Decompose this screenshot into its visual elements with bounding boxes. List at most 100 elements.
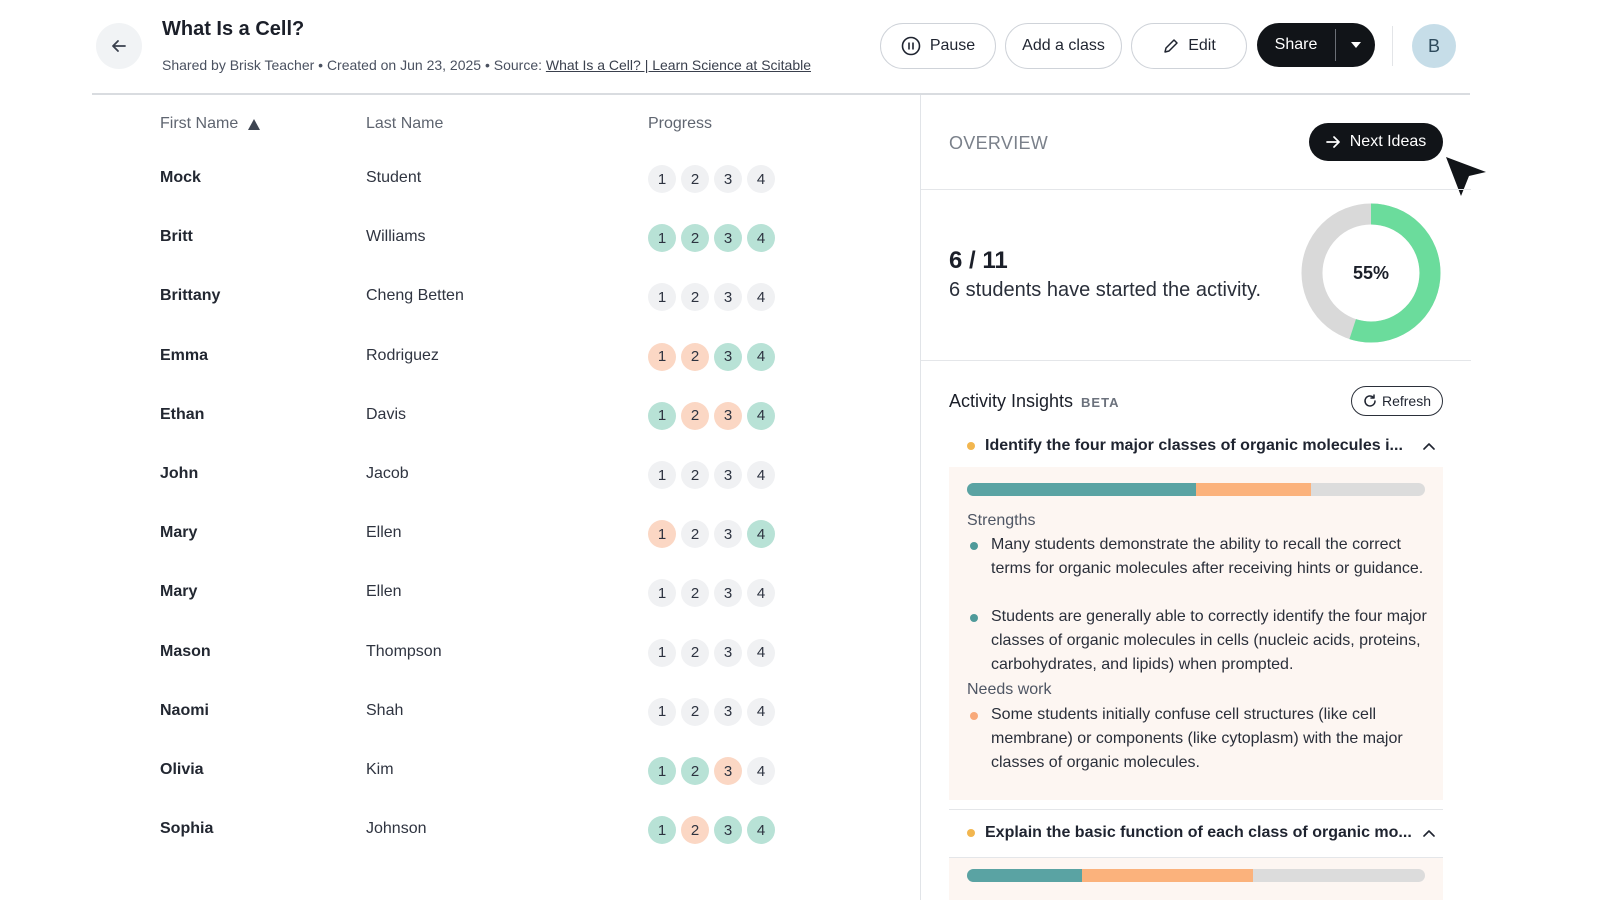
first-name-cell: Mason bbox=[160, 642, 211, 660]
progress-badge[interactable]: 2 bbox=[681, 757, 709, 785]
progress-badge[interactable]: 3 bbox=[714, 283, 742, 312]
first-name-cell: Mary bbox=[160, 524, 198, 542]
chevron-up-icon[interactable] bbox=[1419, 442, 1439, 450]
progress-badge[interactable]: 1 bbox=[648, 224, 676, 253]
progress-badge[interactable]: 3 bbox=[714, 816, 742, 845]
progress-badge[interactable]: 1 bbox=[648, 165, 676, 193]
last-name-cell: Rodriguez bbox=[366, 346, 439, 364]
progress-badge[interactable]: 4 bbox=[747, 638, 775, 667]
first-name-cell: Mary bbox=[160, 583, 198, 601]
progress-badge[interactable]: 4 bbox=[747, 757, 775, 785]
progress-badge[interactable]: 1 bbox=[648, 816, 676, 845]
refresh-button[interactable]: Refresh bbox=[1351, 386, 1443, 416]
progress-badge[interactable]: 3 bbox=[714, 638, 742, 667]
last-name-cell: Ellen bbox=[366, 583, 402, 601]
progress-badge[interactable]: 4 bbox=[747, 283, 775, 312]
progress-badge[interactable]: 2 bbox=[681, 283, 709, 312]
table-row[interactable]: Emma Rodriguez 1 2 3 4 bbox=[92, 327, 920, 387]
chevron-up-icon[interactable] bbox=[1419, 829, 1439, 837]
next-ideas-label: Next Ideas bbox=[1349, 133, 1427, 150]
refresh-icon bbox=[1364, 394, 1376, 407]
insight-details: Strengths Many students demonstrate the … bbox=[949, 467, 1443, 800]
progress-badge[interactable]: 2 bbox=[681, 461, 709, 489]
progress-badge[interactable]: 4 bbox=[747, 461, 775, 489]
strength-text: Many students demonstrate the ability to… bbox=[991, 536, 1424, 577]
table-row[interactable]: Mary Ellen 1 2 3 4 bbox=[92, 563, 920, 623]
progress-badge[interactable]: 3 bbox=[714, 520, 742, 549]
progress-badge[interactable]: 2 bbox=[681, 401, 709, 430]
sort-ascending-icon bbox=[248, 118, 261, 130]
column-header-first-name[interactable]: First Name bbox=[160, 115, 261, 133]
insight-header[interactable]: Explain the basic function of each class… bbox=[949, 813, 1443, 853]
started-count: 6 / 11 bbox=[949, 247, 1008, 274]
avatar[interactable]: B bbox=[1412, 24, 1456, 68]
progress-badge[interactable]: 2 bbox=[681, 579, 709, 608]
pencil-icon bbox=[1164, 38, 1178, 53]
source-link[interactable]: What Is a Cell? | Learn Science at Scita… bbox=[546, 57, 811, 73]
progress-badge[interactable]: 1 bbox=[648, 757, 676, 785]
progress-badge[interactable]: 3 bbox=[714, 224, 742, 253]
first-name-cell: Olivia bbox=[160, 761, 204, 778]
progress-badge[interactable]: 3 bbox=[714, 579, 742, 608]
bar-segment-needs-work bbox=[1081, 869, 1254, 882]
last-name-cell: Williams bbox=[366, 228, 426, 246]
table-row[interactable]: Naomi Shah 1 2 3 4 bbox=[92, 682, 920, 742]
progress-badges: 1234 bbox=[648, 697, 775, 726]
progress-badge[interactable]: 2 bbox=[681, 342, 709, 371]
progress-badge[interactable]: 3 bbox=[714, 401, 742, 430]
table-row[interactable]: Sophia Johnson 1 2 3 4 bbox=[92, 800, 920, 860]
first-name-cell: Mock bbox=[160, 169, 201, 186]
progress-badge[interactable]: 3 bbox=[714, 342, 742, 371]
progress-badge[interactable]: 3 bbox=[714, 461, 742, 489]
progress-badge[interactable]: 4 bbox=[747, 579, 775, 608]
table-row[interactable]: Mason Thompson 1 2 3 4 bbox=[92, 623, 920, 683]
progress-badge[interactable]: 2 bbox=[681, 638, 709, 667]
next-ideas-button[interactable]: Next Ideas bbox=[1309, 123, 1443, 161]
insight-divider bbox=[949, 809, 1443, 810]
table-row[interactable]: Ethan Davis 1 2 3 4 bbox=[92, 386, 920, 446]
progress-badge[interactable]: 4 bbox=[747, 165, 775, 193]
progress-badge[interactable]: 4 bbox=[747, 342, 775, 371]
back-button[interactable] bbox=[96, 23, 142, 69]
progress-badge[interactable]: 1 bbox=[648, 520, 676, 549]
progress-badge[interactable]: 1 bbox=[648, 461, 676, 489]
bullet-dot bbox=[970, 542, 978, 550]
progress-badge[interactable]: 2 bbox=[681, 697, 709, 726]
progress-badge[interactable]: 2 bbox=[681, 165, 709, 193]
bar-segment-needs-work bbox=[1196, 483, 1311, 496]
progress-badge[interactable]: 2 bbox=[681, 520, 709, 549]
edit-button[interactable]: Edit bbox=[1131, 23, 1247, 69]
table-row[interactable]: Mary Ellen 1 2 3 4 bbox=[92, 504, 920, 564]
insight-header[interactable]: Identify the four major classes of organ… bbox=[949, 426, 1443, 466]
bullet-dot bbox=[970, 614, 978, 622]
refresh-label: Refresh bbox=[1381, 393, 1432, 409]
progress-badge[interactable]: 3 bbox=[714, 165, 742, 193]
insight-title: Explain the basic function of each class… bbox=[985, 824, 1412, 841]
table-row[interactable]: John Jacob 1 2 3 4 bbox=[92, 445, 920, 505]
progress-badge[interactable]: 2 bbox=[681, 816, 709, 845]
strength-item: Many students demonstrate the ability to… bbox=[967, 533, 1427, 581]
progress-badge[interactable]: 3 bbox=[714, 757, 742, 785]
progress-badge[interactable]: 4 bbox=[747, 697, 775, 726]
progress-badge[interactable]: 4 bbox=[747, 401, 775, 430]
share-dropdown-button[interactable] bbox=[1336, 23, 1375, 67]
add-class-button[interactable]: Add a class bbox=[1005, 23, 1122, 69]
progress-badge[interactable]: 1 bbox=[648, 697, 676, 726]
progress-badge[interactable]: 1 bbox=[648, 401, 676, 430]
progress-badge[interactable]: 4 bbox=[747, 520, 775, 549]
progress-badge[interactable]: 1 bbox=[648, 342, 676, 371]
progress-badge[interactable]: 1 bbox=[648, 283, 676, 312]
pause-button[interactable]: Pause bbox=[880, 23, 996, 69]
table-row[interactable]: Mock Student 1 2 3 4 bbox=[92, 149, 920, 209]
progress-badge[interactable]: 4 bbox=[747, 816, 775, 845]
progress-badge[interactable]: 2 bbox=[681, 224, 709, 253]
table-row[interactable]: Olivia Kim 1 2 3 4 bbox=[92, 741, 920, 801]
progress-badge[interactable]: 4 bbox=[747, 224, 775, 253]
progress-badge[interactable]: 1 bbox=[648, 579, 676, 608]
progress-badge[interactable]: 3 bbox=[714, 697, 742, 726]
table-row[interactable]: Britt Williams 1 2 3 4 bbox=[92, 208, 920, 268]
share-button[interactable]: Share bbox=[1257, 23, 1335, 67]
column-header-last-name[interactable]: Last Name bbox=[366, 115, 443, 133]
table-row[interactable]: Brittany Cheng Betten 1 2 3 4 bbox=[92, 267, 920, 327]
progress-badge[interactable]: 1 bbox=[648, 638, 676, 667]
